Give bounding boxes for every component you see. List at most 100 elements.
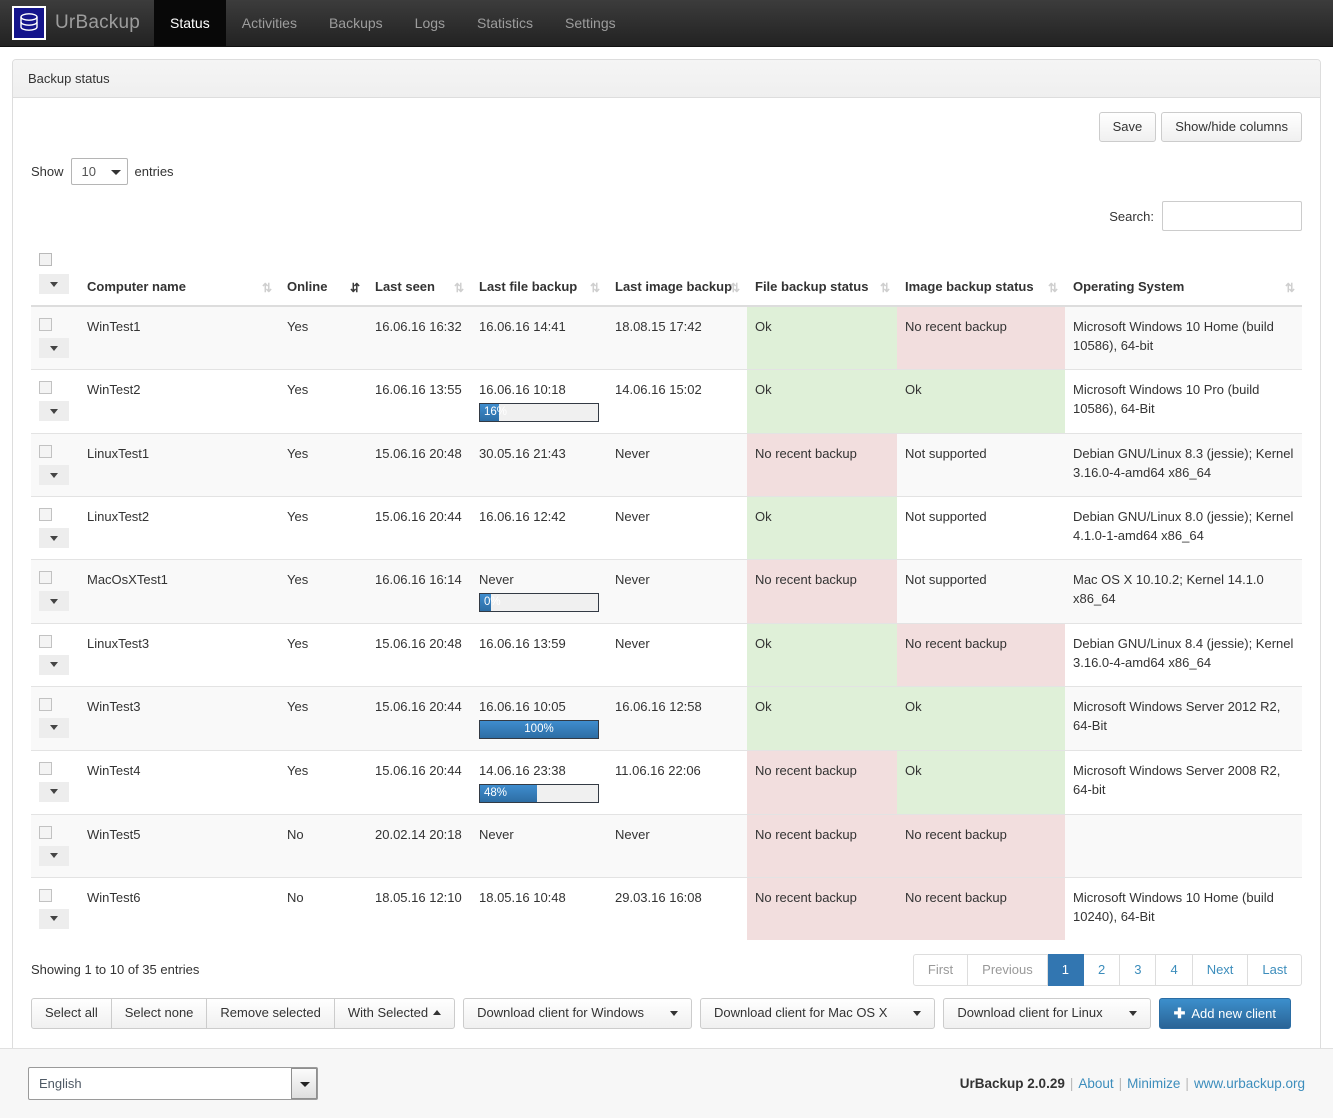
sort-icon-last-image-backup[interactable]: ⇅ xyxy=(730,281,739,295)
row-checkbox[interactable] xyxy=(39,571,52,584)
footer-separator-2: | xyxy=(1119,1076,1123,1091)
cell-image-backup-status: No recent backup xyxy=(897,623,1065,686)
row-checkbox[interactable] xyxy=(39,762,52,775)
nav-item-activities[interactable]: Activities xyxy=(226,0,313,46)
plus-icon: ✚ xyxy=(1174,1006,1186,1020)
download-client-mac-dropdown[interactable]: Download client for Mac OS X xyxy=(700,998,935,1028)
row-expand-caret-icon[interactable] xyxy=(39,591,69,611)
row-checkbox[interactable] xyxy=(39,508,52,521)
cell-image-backup-status: No recent backup xyxy=(897,306,1065,370)
row-expand-caret-icon[interactable] xyxy=(39,782,69,802)
footer-about-link[interactable]: About xyxy=(1078,1076,1113,1091)
top-navbar: UrBackup Status Activities Backups Logs … xyxy=(0,0,1333,47)
sort-icon-last-seen[interactable]: ⇅ xyxy=(454,281,463,295)
header-file-backup-status-label: File backup status xyxy=(755,279,868,294)
nav-item-logs[interactable]: Logs xyxy=(399,0,461,46)
add-new-client-button[interactable]: ✚Add new client xyxy=(1159,998,1291,1029)
header-image-backup-status-label: Image backup status xyxy=(905,279,1034,294)
header-last-file-backup-label: Last file backup xyxy=(479,279,577,294)
save-button[interactable]: Save xyxy=(1099,112,1157,142)
search-input[interactable] xyxy=(1162,201,1302,231)
row-expand-caret-icon[interactable] xyxy=(39,401,69,421)
header-operating-system[interactable]: Operating System ⇅ xyxy=(1065,245,1302,306)
nav-items: Status Activities Backups Logs Statistic… xyxy=(154,0,632,46)
row-checkbox[interactable] xyxy=(39,445,52,458)
row-expand-caret-icon[interactable] xyxy=(39,909,69,929)
language-select[interactable]: English xyxy=(28,1067,318,1100)
row-expand-caret-icon[interactable] xyxy=(39,718,69,738)
cell-image-backup-status: Not supported xyxy=(897,434,1065,497)
cell-computer-name: WinTest4 xyxy=(79,750,279,814)
cell-online: Yes xyxy=(279,686,367,750)
cell-operating-system: Microsoft Windows 10 Pro (build 10586), … xyxy=(1065,370,1302,434)
row-expand-caret-icon[interactable] xyxy=(39,528,69,548)
sort-icon-file-backup-status[interactable]: ⇅ xyxy=(880,281,889,295)
row-select-cell xyxy=(31,750,79,814)
header-file-backup-status[interactable]: File backup status ⇅ xyxy=(747,245,897,306)
download-client-windows-dropdown[interactable]: Download client for Windows xyxy=(463,998,692,1028)
cell-last-file-backup: Never xyxy=(471,814,607,877)
row-checkbox[interactable] xyxy=(39,826,52,839)
select-none-button[interactable]: Select none xyxy=(111,998,208,1028)
page-container: Backup status Save Show/hide columns Sho… xyxy=(0,47,1333,1065)
backup-progress-label: 0% xyxy=(480,594,598,611)
header-last-seen[interactable]: Last seen ⇅ xyxy=(367,245,471,306)
row-checkbox[interactable] xyxy=(39,635,52,648)
pagination-page-2[interactable]: 2 xyxy=(1084,954,1120,986)
pagination-first[interactable]: First xyxy=(913,954,968,986)
with-selected-dropdown[interactable]: With Selected xyxy=(334,998,455,1028)
nav-item-backups[interactable]: Backups xyxy=(313,0,399,46)
nav-item-settings[interactable]: Settings xyxy=(549,0,632,46)
entries-per-page-select[interactable]: 10 xyxy=(71,158,128,185)
cell-computer-name: LinuxTest2 xyxy=(79,497,279,560)
cell-image-backup-status: Ok xyxy=(897,370,1065,434)
nav-item-status[interactable]: Status xyxy=(154,0,226,46)
pagination-page-3[interactable]: 3 xyxy=(1120,954,1156,986)
row-checkbox[interactable] xyxy=(39,698,52,711)
cell-last-seen: 16.06.16 16:14 xyxy=(367,560,471,624)
header-image-backup-status[interactable]: Image backup status ⇅ xyxy=(897,245,1065,306)
sort-icon-online-desc[interactable]: ⇵ xyxy=(350,281,359,295)
select-all-checkbox[interactable] xyxy=(39,253,52,266)
header-last-file-backup[interactable]: Last file backup ⇅ xyxy=(471,245,607,306)
cell-file-backup-status: Ok xyxy=(747,497,897,560)
cell-operating-system: Microsoft Windows 10 Home (build 10586),… xyxy=(1065,306,1302,370)
header-caret-icon[interactable] xyxy=(39,274,69,294)
row-expand-caret-icon[interactable] xyxy=(39,655,69,675)
cell-file-backup-status: No recent backup xyxy=(747,814,897,877)
header-last-image-backup[interactable]: Last image backup ⇅ xyxy=(607,245,747,306)
sort-icon-image-backup-status[interactable]: ⇅ xyxy=(1048,281,1057,295)
download-client-linux-dropdown[interactable]: Download client for Linux xyxy=(943,998,1150,1028)
pagination-previous[interactable]: Previous xyxy=(968,954,1048,986)
header-online[interactable]: Online ⇵ xyxy=(279,245,367,306)
header-computer-name[interactable]: Computer name ⇅ xyxy=(79,245,279,306)
cell-last-file-backup: 30.05.16 21:43 xyxy=(471,434,607,497)
row-expand-caret-icon[interactable] xyxy=(39,846,69,866)
row-expand-caret-icon[interactable] xyxy=(39,338,69,358)
select-all-button[interactable]: Select all xyxy=(31,998,112,1028)
row-expand-caret-icon[interactable] xyxy=(39,465,69,485)
pagination-page-1[interactable]: 1 xyxy=(1048,954,1084,986)
table-row: LinuxTest1Yes15.06.16 20:4830.05.16 21:4… xyxy=(31,434,1302,497)
row-select-cell xyxy=(31,370,79,434)
pagination-page-4[interactable]: 4 xyxy=(1156,954,1192,986)
show-hide-columns-button[interactable]: Show/hide columns xyxy=(1161,112,1302,142)
cell-computer-name: MacOsXTest1 xyxy=(79,560,279,624)
pagination-next[interactable]: Next xyxy=(1193,954,1249,986)
cell-operating-system: Microsoft Windows Server 2012 R2, 64-Bit xyxy=(1065,686,1302,750)
pagination-last[interactable]: Last xyxy=(1248,954,1302,986)
row-checkbox[interactable] xyxy=(39,318,52,331)
row-checkbox[interactable] xyxy=(39,889,52,902)
nav-item-statistics[interactable]: Statistics xyxy=(461,0,549,46)
sort-icon-last-file-backup[interactable]: ⇅ xyxy=(590,281,599,295)
sort-icon-operating-system[interactable]: ⇅ xyxy=(1285,281,1294,295)
footer-minimize-link[interactable]: Minimize xyxy=(1127,1076,1180,1091)
brand[interactable]: UrBackup xyxy=(0,0,154,46)
cell-file-backup-status: Ok xyxy=(747,623,897,686)
sort-icon-computer-name[interactable]: ⇅ xyxy=(262,281,271,295)
header-online-label: Online xyxy=(287,279,327,294)
cell-last-file-backup: 18.05.16 10:48 xyxy=(471,877,607,940)
footer-website-link[interactable]: www.urbackup.org xyxy=(1194,1076,1305,1091)
remove-selected-button[interactable]: Remove selected xyxy=(206,998,334,1028)
row-checkbox[interactable] xyxy=(39,381,52,394)
